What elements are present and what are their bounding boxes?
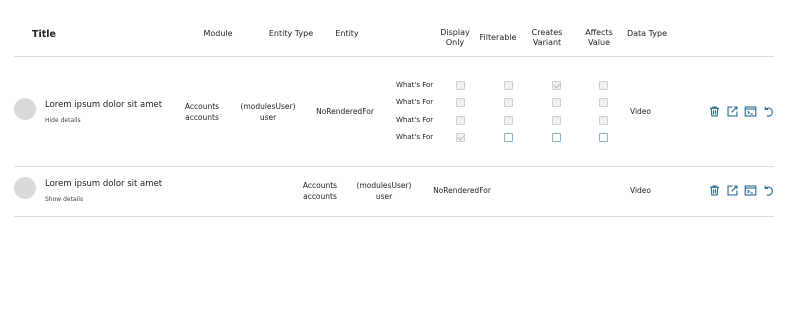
row-divider: [14, 166, 774, 167]
col-display-only-line1: Display: [440, 28, 470, 37]
terminal-icon[interactable]: [744, 184, 757, 197]
row-entity-type: (modulesUser) user: [236, 101, 300, 123]
col-filterable[interactable]: Filterable: [478, 33, 518, 43]
row-module-name: Accounts: [302, 181, 338, 190]
col-title[interactable]: Title: [32, 29, 56, 40]
row-entity-type-key: user: [375, 192, 393, 201]
col-affects-value-line2: Value: [588, 38, 610, 47]
row-data-type: Video: [630, 107, 652, 116]
row-entity-type: (modulesUser) user: [352, 180, 416, 202]
row-module: Accounts accounts: [178, 101, 226, 123]
filterable-checkbox[interactable]: [504, 116, 513, 125]
option-label: What's For: [396, 81, 434, 89]
col-creates-variant-line2: Variant: [532, 38, 562, 47]
affects-value-checkbox[interactable]: [599, 116, 608, 125]
display-only-checkbox[interactable]: [456, 116, 465, 125]
col-display-only-line2: Only: [445, 38, 465, 47]
row-entity: NoRenderedFor: [316, 107, 374, 116]
col-entity[interactable]: Entity: [330, 29, 364, 39]
avatar: [14, 177, 36, 199]
row-title: Lorem ipsum dolor sit amet: [45, 100, 163, 110]
header-divider: [14, 56, 774, 57]
creates-variant-checkbox[interactable]: [552, 133, 561, 142]
terminal-icon[interactable]: [744, 105, 757, 118]
creates-variant-checkbox[interactable]: [552, 81, 561, 90]
row-entity-type-name: (modulesUser): [356, 181, 412, 190]
filterable-checkbox[interactable]: [504, 133, 513, 142]
col-creates-variant[interactable]: Creates Variant: [528, 28, 566, 48]
edit-external-icon[interactable]: [726, 184, 739, 197]
hide-details-link[interactable]: Hide details: [45, 117, 81, 124]
col-affects-value-line1: Affects: [585, 28, 613, 37]
row-data-type: Video: [630, 186, 652, 195]
col-affects-value[interactable]: Affects Value: [580, 28, 618, 48]
filterable-checkbox[interactable]: [504, 81, 513, 90]
display-only-checkbox[interactable]: [456, 98, 465, 107]
row-entity-type-key: user: [259, 113, 277, 122]
col-display-only[interactable]: Display Only: [436, 28, 474, 48]
col-creates-variant-line1: Creates: [531, 28, 563, 37]
row-entity-type-name: (modulesUser): [240, 102, 296, 111]
affects-value-checkbox[interactable]: [599, 98, 608, 107]
avatar: [14, 98, 36, 120]
row-module-key: accounts: [185, 113, 219, 122]
col-data-type[interactable]: Data Type: [624, 29, 670, 39]
trash-icon[interactable]: [708, 184, 721, 197]
col-module[interactable]: Module: [196, 29, 240, 39]
row-entity: NoRenderedFor: [433, 186, 491, 195]
option-label: What's For: [396, 98, 434, 106]
undo-icon[interactable]: [762, 184, 775, 197]
row-title: Lorem ipsum dolor sit amet: [45, 179, 163, 189]
affects-value-checkbox[interactable]: [599, 81, 608, 90]
option-label: What's For: [396, 133, 434, 141]
row-module-name: Accounts: [184, 102, 220, 111]
creates-variant-checkbox[interactable]: [552, 116, 561, 125]
edit-external-icon[interactable]: [726, 105, 739, 118]
row-module-key: accounts: [303, 192, 337, 201]
option-label: What's For: [396, 116, 434, 124]
row-divider: [14, 216, 774, 217]
filterable-checkbox[interactable]: [504, 98, 513, 107]
display-only-checkbox[interactable]: [456, 133, 465, 142]
trash-icon[interactable]: [708, 105, 721, 118]
undo-icon[interactable]: [762, 105, 775, 118]
show-details-link[interactable]: Show details: [45, 196, 83, 203]
display-only-checkbox[interactable]: [456, 81, 465, 90]
creates-variant-checkbox[interactable]: [552, 98, 561, 107]
affects-value-checkbox[interactable]: [599, 133, 608, 142]
col-entity-type[interactable]: Entity Type: [264, 29, 318, 39]
row-module: Accounts accounts: [296, 180, 344, 202]
